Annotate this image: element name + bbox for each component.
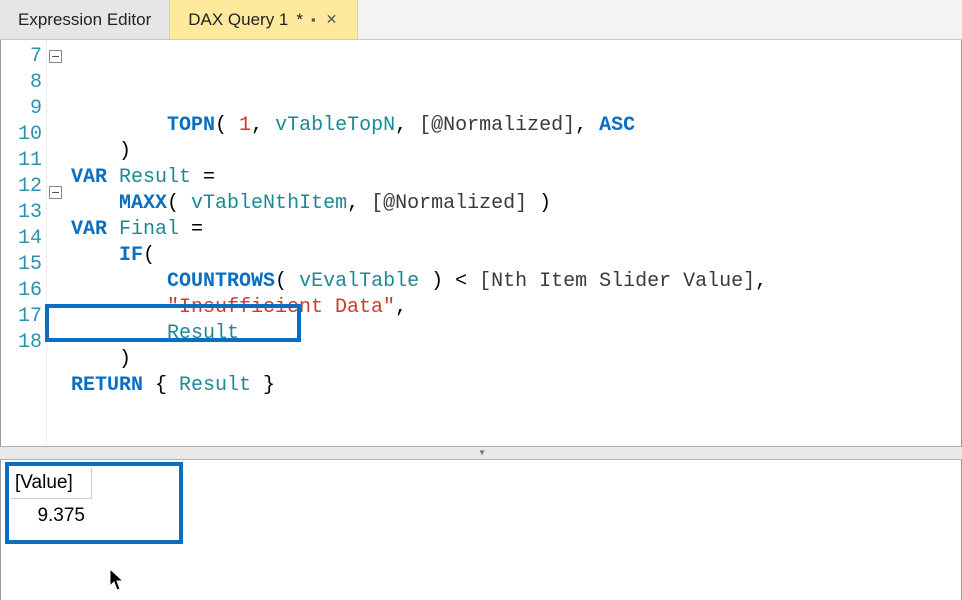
code-token: 1 [239, 114, 251, 137]
line-number: 8 [1, 70, 46, 96]
code-token: , [755, 270, 767, 293]
code-token: Final [119, 218, 179, 241]
code-token: , [251, 114, 275, 137]
fold-column [47, 40, 67, 446]
tab-pin-icon[interactable]: ▪ [311, 12, 316, 27]
fold-toggle-icon[interactable] [49, 186, 62, 199]
code-token: IF [119, 244, 143, 267]
line-number: 15 [1, 252, 46, 278]
line-number: 18 [1, 330, 46, 356]
code-editor[interactable]: 789101112131415161718 TOPN( 1, vTableTop… [0, 40, 962, 446]
code-token: , [395, 296, 407, 319]
code-token: , [347, 192, 371, 215]
code-token: TOPN [167, 114, 215, 137]
code-line[interactable]: MAXX( vTableNthItem, [@Normalized] ) [67, 191, 961, 217]
line-number: 14 [1, 226, 46, 252]
line-number: 13 [1, 200, 46, 226]
code-line[interactable]: Result [67, 321, 961, 347]
line-number: 12 [1, 174, 46, 200]
code-token [107, 218, 119, 241]
code-line[interactable]: ) [67, 139, 961, 165]
line-number: 16 [1, 278, 46, 304]
line-number: 10 [1, 122, 46, 148]
code-token: Result [119, 166, 191, 189]
code-token: vTableNthItem [191, 192, 347, 215]
code-token: , [395, 114, 419, 137]
code-line[interactable]: "Insufficient Data", [67, 295, 961, 321]
code-line[interactable]: VAR Result = [67, 165, 961, 191]
code-token: vTableTopN [275, 114, 395, 137]
code-token: = [191, 166, 215, 189]
results-table: [Value] 9.375 [11, 468, 92, 533]
code-token: RETURN [71, 374, 143, 397]
horizontal-splitter[interactable]: ▾ [0, 446, 962, 460]
code-line[interactable]: VAR Final = [67, 217, 961, 243]
code-token [71, 296, 167, 319]
code-token: Result [179, 374, 251, 397]
code-token: , [575, 114, 599, 137]
line-number-gutter: 789101112131415161718 [1, 40, 47, 446]
code-area[interactable]: TOPN( 1, vTableTopN, [@Normalized], ASC … [67, 40, 961, 446]
mouse-cursor-icon [109, 568, 125, 592]
line-number: 11 [1, 148, 46, 174]
code-line[interactable]: IF( [67, 243, 961, 269]
code-token [71, 270, 167, 293]
code-token: ) [527, 192, 551, 215]
editor-tabs: Expression Editor DAX Query 1 * ▪ ✕ [0, 0, 962, 40]
code-token [71, 192, 119, 215]
splitter-handle-icon: ▾ [479, 448, 482, 459]
code-token [71, 114, 167, 137]
code-token: VAR [71, 218, 107, 241]
tab-dax-query[interactable]: DAX Query 1 * ▪ ✕ [170, 0, 358, 39]
code-token [71, 322, 167, 345]
fold-toggle-icon[interactable] [49, 50, 62, 63]
line-number: 9 [1, 96, 46, 122]
results-column-header[interactable]: [Value] [11, 468, 91, 499]
code-line[interactable]: ) [67, 347, 961, 373]
code-token: ( [275, 270, 299, 293]
code-token: ( [167, 192, 191, 215]
tab-label: DAX Query 1 [188, 10, 288, 30]
code-token: { [143, 374, 179, 397]
results-row[interactable]: 9.375 [11, 499, 91, 534]
code-token: ) < [419, 270, 479, 293]
code-token [107, 166, 119, 189]
code-line[interactable] [67, 399, 961, 425]
code-token: ASC [599, 114, 635, 137]
code-line[interactable]: TOPN( 1, vTableTopN, [@Normalized], ASC [67, 113, 961, 139]
code-token: = [179, 218, 203, 241]
results-cell: 9.375 [11, 499, 91, 534]
code-token: [Nth Item Slider Value] [479, 270, 755, 293]
code-token: [@Normalized] [371, 192, 527, 215]
close-icon[interactable]: ✕ [324, 11, 340, 28]
code-token [71, 244, 119, 267]
code-line[interactable]: RETURN { Result } [67, 373, 961, 399]
line-number: 17 [1, 304, 46, 330]
tab-label: Expression Editor [18, 10, 151, 30]
code-token: vEvalTable [299, 270, 419, 293]
code-token: } [251, 374, 275, 397]
tab-expression-editor[interactable]: Expression Editor [0, 0, 170, 39]
code-token: VAR [71, 166, 107, 189]
code-token: ) [71, 140, 131, 163]
code-token: ( [215, 114, 239, 137]
line-number: 7 [1, 44, 46, 70]
tab-suffix: * [296, 10, 303, 30]
code-token: COUNTROWS [167, 270, 275, 293]
code-token: [@Normalized] [419, 114, 575, 137]
code-token: MAXX [119, 192, 167, 215]
code-token: Result [167, 322, 239, 345]
code-line[interactable]: COUNTROWS( vEvalTable ) < [Nth Item Slid… [67, 269, 961, 295]
code-token: ) [71, 348, 131, 371]
results-pane: [Value] 9.375 [0, 460, 962, 600]
code-token: ( [143, 244, 155, 267]
code-token: "Insufficient Data" [167, 296, 395, 319]
